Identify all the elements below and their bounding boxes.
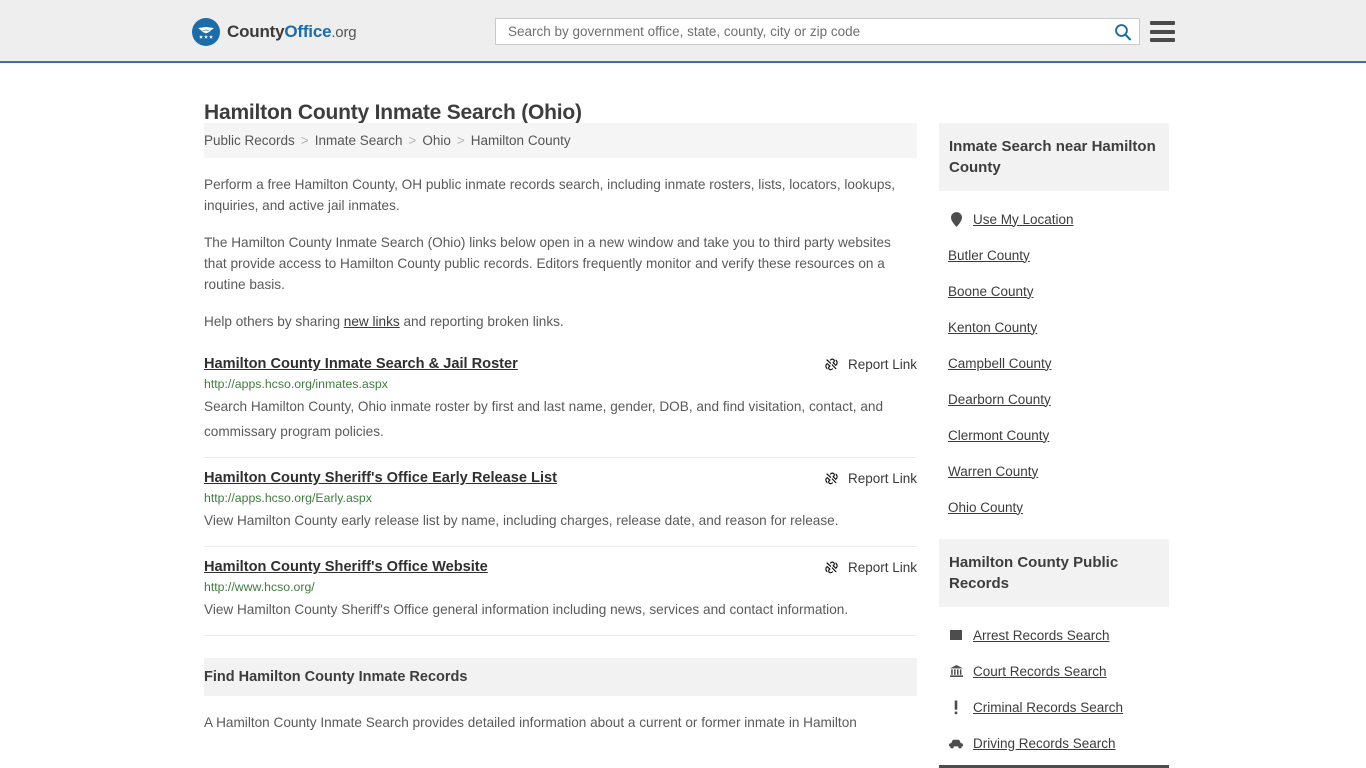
courthouse-icon xyxy=(948,663,964,679)
intro-paragraph-1: Perform a free Hamilton County, OH publi… xyxy=(204,177,896,213)
hamburger-bar-1 xyxy=(1150,21,1175,25)
logo-text: CountyOffice.org xyxy=(227,22,357,42)
breadcrumb-item-hamilton-county[interactable]: Hamilton County xyxy=(471,133,571,148)
resource-entry: Hamilton County Sheriff's Office Early R… xyxy=(204,470,917,547)
breadcrumb-separator: > xyxy=(408,133,417,148)
breadcrumb-separator: > xyxy=(456,133,465,148)
search-bar[interactable] xyxy=(495,18,1140,45)
public-record-label[interactable]: Arrest Records Search xyxy=(973,628,1110,643)
public-record-label[interactable]: Court Records Search xyxy=(973,664,1107,679)
share-text-after: and reporting broken links. xyxy=(399,314,564,329)
logo-text-tld: .org xyxy=(331,24,357,41)
sidebar-county-butler[interactable]: Butler County xyxy=(939,237,1169,273)
resource-url: http://apps.hcso.org/Early.aspx xyxy=(204,491,372,505)
resource-entry: Hamilton County Sheriff's Office Website… xyxy=(204,559,917,636)
county-link-label[interactable]: Boone County xyxy=(948,284,1034,299)
page-title: Hamilton County Inmate Search (Ohio) xyxy=(204,101,582,125)
site-logo[interactable]: CountyOffice.org xyxy=(192,18,357,46)
county-link-label[interactable]: Butler County xyxy=(948,248,1030,263)
share-text-before: Help others by sharing xyxy=(204,314,344,329)
resource-description: View Hamilton County Sheriff's Office ge… xyxy=(204,602,849,617)
exclamation-icon xyxy=(948,699,964,715)
sidebar-county-boone[interactable]: Boone County xyxy=(939,273,1169,309)
intro-paragraph-2: The Hamilton County Inmate Search (Ohio)… xyxy=(204,235,891,292)
site-header: CountyOffice.org xyxy=(0,0,1366,63)
report-link-label: Report Link xyxy=(847,357,917,372)
sidebar-item-court-records[interactable]: Court Records Search xyxy=(939,653,1169,689)
nearby-counties-list: Use My Location Butler County Boone Coun… xyxy=(939,191,1169,525)
sidebar-item-criminal-records[interactable]: Criminal Records Search xyxy=(939,689,1169,725)
logo-text-county: County xyxy=(227,22,285,41)
hamburger-bar-2 xyxy=(1150,29,1175,34)
breadcrumb-item-public-records[interactable]: Public Records xyxy=(204,133,295,148)
intro-paragraph-3: Help others by sharing new links and rep… xyxy=(204,311,917,332)
sidebar-county-dearborn[interactable]: Dearborn County xyxy=(939,381,1169,417)
public-records-heading: Hamilton County Public Records xyxy=(939,539,1169,607)
main-content: Public Records > Inmate Search > Ohio > … xyxy=(204,123,917,733)
logo-text-office: Office xyxy=(284,22,332,41)
report-link-button[interactable]: Report Link xyxy=(824,357,917,372)
report-link-label: Report Link xyxy=(847,560,917,575)
resource-title-link[interactable]: Hamilton County Sheriff's Office Website xyxy=(204,559,488,575)
eagle-seal-icon xyxy=(192,18,220,46)
county-link-label[interactable]: Clermont County xyxy=(948,428,1049,443)
resource-link-list: Hamilton County Inmate Search & Jail Ros… xyxy=(204,356,917,636)
sidebar-county-clermont[interactable]: Clermont County xyxy=(939,417,1169,453)
sidebar-item-arrest-records[interactable]: Arrest Records Search xyxy=(939,617,1169,653)
breadcrumb-item-inmate-search[interactable]: Inmate Search xyxy=(315,133,403,148)
sidebar-county-ohio[interactable]: Ohio County xyxy=(939,489,1169,525)
county-link-label[interactable]: Campbell County xyxy=(948,356,1052,371)
broken-link-icon xyxy=(824,357,839,372)
map-pin-icon xyxy=(948,211,964,227)
breadcrumb: Public Records > Inmate Search > Ohio > … xyxy=(204,123,917,158)
resource-entry: Hamilton County Inmate Search & Jail Ros… xyxy=(204,356,917,458)
hamburger-bar-3 xyxy=(1150,38,1175,42)
resource-entry-header: Hamilton County Inmate Search & Jail Ros… xyxy=(204,356,917,372)
public-record-label[interactable]: Criminal Records Search xyxy=(973,700,1123,715)
search-input[interactable] xyxy=(506,23,1113,40)
breadcrumb-separator: > xyxy=(300,133,309,148)
inmate-search-near-heading: Inmate Search near Hamilton County xyxy=(939,123,1169,191)
find-records-body: A Hamilton County Inmate Search provides… xyxy=(204,715,857,730)
report-link-button[interactable]: Report Link xyxy=(824,471,917,486)
county-link-label[interactable]: Ohio County xyxy=(948,500,1023,515)
sidebar: Inmate Search near Hamilton County Use M… xyxy=(939,123,1169,768)
resource-title-link[interactable]: Hamilton County Inmate Search & Jail Ros… xyxy=(204,356,518,372)
public-record-label[interactable]: Driving Records Search xyxy=(973,736,1116,751)
resource-url: http://apps.hcso.org/inmates.aspx xyxy=(204,377,388,391)
report-link-button[interactable]: Report Link xyxy=(824,560,917,575)
public-records-list: Arrest Records Search Court Records Sear… xyxy=(939,607,1169,768)
resource-entry-header: Hamilton County Sheriff's Office Early R… xyxy=(204,470,917,486)
resource-description: Search Hamilton County, Ohio inmate rost… xyxy=(204,399,884,439)
find-records-heading: Find Hamilton County Inmate Records xyxy=(204,658,917,696)
county-link-label[interactable]: Kenton County xyxy=(948,320,1037,335)
use-my-location-label[interactable]: Use My Location xyxy=(973,212,1074,227)
hamburger-menu-icon[interactable] xyxy=(1150,21,1175,42)
car-icon xyxy=(948,735,964,751)
search-icon[interactable] xyxy=(1113,22,1133,42)
breadcrumb-item-ohio[interactable]: Ohio xyxy=(422,133,451,148)
use-my-location-row[interactable]: Use My Location xyxy=(939,201,1169,237)
resource-description: View Hamilton County early release list … xyxy=(204,513,839,528)
county-link-label[interactable]: Dearborn County xyxy=(948,392,1051,407)
resource-url: http://www.hcso.org/ xyxy=(204,580,315,594)
county-link-label[interactable]: Warren County xyxy=(948,464,1038,479)
sidebar-county-warren[interactable]: Warren County xyxy=(939,453,1169,489)
fingerprint-card-icon xyxy=(948,627,964,643)
broken-link-icon xyxy=(824,560,839,575)
sidebar-county-kenton[interactable]: Kenton County xyxy=(939,309,1169,345)
report-link-label: Report Link xyxy=(847,471,917,486)
new-links-link[interactable]: new links xyxy=(344,314,400,329)
broken-link-icon xyxy=(824,471,839,486)
sidebar-item-driving-records[interactable]: Driving Records Search xyxy=(939,725,1169,761)
resource-entry-header: Hamilton County Sheriff's Office Website… xyxy=(204,559,917,575)
sidebar-county-campbell[interactable]: Campbell County xyxy=(939,345,1169,381)
resource-title-link[interactable]: Hamilton County Sheriff's Office Early R… xyxy=(204,470,557,486)
